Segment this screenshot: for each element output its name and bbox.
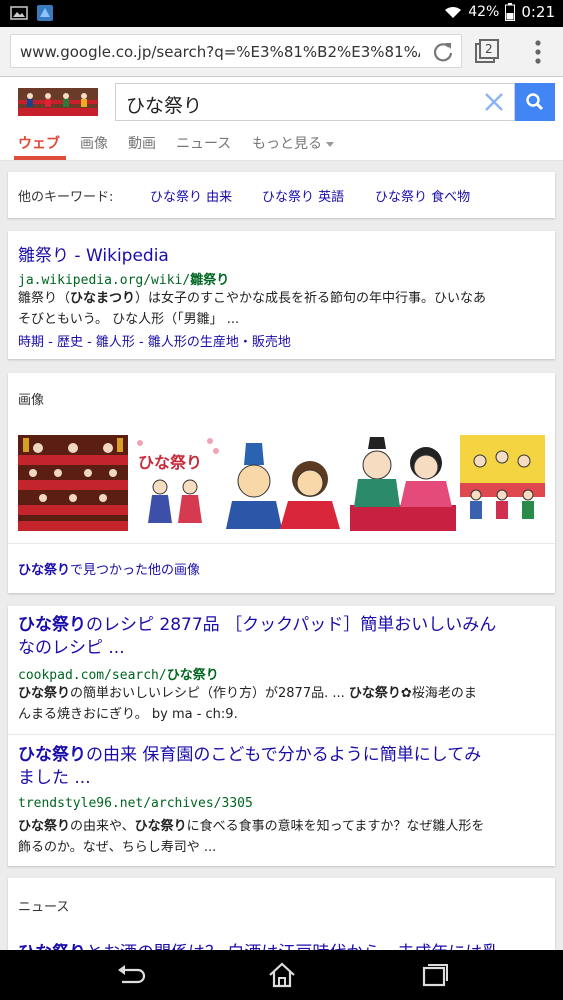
search-results-card: ひな祭りのレシピ 2877品 ［クックパッド］簡単おいしいみん なのレシピ ..… <box>8 606 555 866</box>
snippet-text: の簡単おいしいレシピ（作り方）が2877品. ... <box>70 686 349 701</box>
keyword-link[interactable]: ひな祭り 英語 <box>262 186 344 205</box>
title-text: の由来 保育園のこどもで分かるように簡単にしてみ <box>86 745 482 765</box>
result-title-link[interactable]: ひな祭りの由来 保育園のこどもで分かるように簡単にしてみ ました ... <box>18 744 545 790</box>
images-section-label: 画像 <box>18 393 45 408</box>
google-header: ひな祭り <box>0 77 563 127</box>
title-text: ました ... <box>18 768 91 788</box>
snippet-text: に食べる食事の意味を知ってますか？なぜ雛人形を <box>186 819 485 834</box>
search-box[interactable]: ひな祭り <box>115 83 515 121</box>
more-images-term: ひな祭り <box>18 563 71 578</box>
divider <box>8 543 555 544</box>
search-result-wikipedia: 雛祭り - Wikipedia ja.wikipedia.org/wiki/雛祭… <box>8 231 555 359</box>
search-query[interactable]: ひな祭り <box>126 91 202 118</box>
news-card: ニュース ひな祭りとお酒の関係は？ 白酒は江戸時代から、未成年には乳 <box>8 878 555 963</box>
tab-videos[interactable]: 動画 <box>128 133 156 153</box>
google-doodle-logo[interactable] <box>18 88 98 116</box>
result-url-term: ひな祭り <box>166 668 219 683</box>
title-text: なのレシピ ... <box>18 638 125 658</box>
result-url-term: 雛祭り <box>190 273 230 288</box>
url-text[interactable]: www.google.co.jp/search?q=%E3%81%B2%E3%8… <box>20 43 420 61</box>
tab-images[interactable]: 画像 <box>80 133 108 153</box>
tab-web[interactable]: ウェブ <box>18 133 60 153</box>
more-images-link[interactable]: ひな祭りで見つかった他の画像 <box>18 559 200 578</box>
status-bar: 42% 0:21 <box>0 0 563 27</box>
result-snippet: 雛祭り（ひなまつり）は女子のすこやかな成長を祈る節句の年中行事。ひいなあ そびと… <box>18 288 545 330</box>
snippet-text: ✿桜海老のま <box>400 686 477 701</box>
title-text: のレシピ 2877品 ［クックパッド］簡単おいしいみん <box>86 615 497 635</box>
snippet-highlight: ひなまつり <box>70 291 136 306</box>
image-thumbnail[interactable] <box>460 435 545 531</box>
image-thumbnail[interactable]: ひな祭り <box>132 435 222 531</box>
snippet-highlight: ひな祭り <box>18 819 71 834</box>
address-bar[interactable]: www.google.co.jp/search?q=%E3%81%B2%E3%8… <box>10 34 462 68</box>
related-keywords-label: 他のキーワード: <box>18 190 114 205</box>
result-url-host: ja.wikipedia.org/wiki/ <box>18 273 191 288</box>
snippet-highlight: ひな祭り <box>134 819 187 834</box>
result-title-link[interactable]: 雛祭り - Wikipedia <box>18 241 169 266</box>
snippet-text: んまる焼きおにぎり。 by ma - ch:9. <box>18 707 238 722</box>
wifi-icon <box>445 6 462 18</box>
title-highlight: ひな祭り <box>18 745 86 765</box>
more-images-text: で見つかった他の画像 <box>70 563 201 578</box>
image-thumbnail[interactable] <box>350 435 456 531</box>
recent-apps-icon[interactable] <box>418 962 450 988</box>
snippet-text: 飾るのか。なぜ、ちらし寿司や ... <box>18 840 217 855</box>
hina-dolls-illustration <box>137 438 219 523</box>
snippet-text: の由来や、 <box>70 819 135 834</box>
clock: 0:21 <box>521 3 555 21</box>
app-notification-icon <box>37 5 53 21</box>
system-navigation-bar <box>0 950 563 1000</box>
active-tab-indicator <box>14 156 66 160</box>
clear-search-icon[interactable] <box>484 92 504 112</box>
snippet-text: 雛祭り（ <box>18 291 71 306</box>
keyword-link[interactable]: ひな祭り 由来 <box>150 186 232 205</box>
divider <box>8 734 555 735</box>
tab-more[interactable]: もっと見る <box>252 133 334 153</box>
image-thumbnails: ひな祭り <box>18 435 545 531</box>
news-section-label: ニュース <box>18 900 70 915</box>
tab-switcher-button[interactable]: 2 <box>474 39 500 65</box>
tab-news[interactable]: ニュース <box>176 133 231 153</box>
tab-count: 2 <box>485 42 493 56</box>
related-keywords-card: 他のキーワード: ひな祭り 由来 ひな祭り 英語 ひな祭り 食べ物 <box>8 172 555 218</box>
search-button[interactable] <box>515 83 555 121</box>
result-title-link[interactable]: ひな祭りのレシピ 2877品 ［クックパッド］簡単おいしいみん なのレシピ ..… <box>18 614 545 660</box>
keyword-link[interactable]: ひな祭り 食べ物 <box>375 186 470 205</box>
result-url: trendstyle96.net/archives/3305 <box>18 796 253 811</box>
overflow-menu-icon[interactable] <box>530 37 546 67</box>
home-icon[interactable] <box>266 962 298 988</box>
result-url: ja.wikipedia.org/wiki/雛祭り <box>18 269 229 288</box>
snippet-text: ）は女子のすこやかな成長を祈る節句の年中行事。ひいなあ <box>135 291 487 306</box>
battery-icon <box>505 3 516 21</box>
browser-toolbar: www.google.co.jp/search?q=%E3%81%B2%E3%8… <box>0 27 563 77</box>
snippet-highlight: ひな祭り <box>348 686 401 701</box>
result-snippet: ひな祭りの簡単おいしいレシピ（作り方）が2877品. ... ひな祭り✿桜海老の… <box>18 683 545 725</box>
snippet-text: そびともいう。 ひな人形（「男雛」 ... <box>18 312 240 327</box>
battery-percent: 42% <box>468 4 500 20</box>
title-highlight: ひな祭り <box>18 615 86 635</box>
result-sitelinks[interactable]: 時期 - 歴史 - 雛人形 - 雛人形の生産地・販売地 <box>18 331 291 350</box>
search-icon <box>526 93 544 111</box>
back-icon[interactable] <box>114 962 146 988</box>
image-thumbnail[interactable] <box>226 435 346 531</box>
tab-more-label: もっと見る <box>252 136 322 152</box>
reload-icon[interactable] <box>431 40 455 64</box>
result-url: cookpad.com/search/ひな祭り <box>18 664 219 683</box>
image-thumbnail[interactable] <box>18 435 128 531</box>
search-nav-tabs: ウェブ 画像 動画 ニュース もっと見る <box>0 127 563 161</box>
snippet-highlight: ひな祭り <box>18 686 71 701</box>
images-card: 画像 ひな祭り ひな祭りで見つかった他の画像 <box>8 373 555 593</box>
result-url-host: cookpad.com/search/ <box>18 668 167 683</box>
image-notification-icon <box>10 6 28 20</box>
result-snippet: ひな祭りの由来や、ひな祭りに食べる食事の意味を知ってますか？なぜ雛人形を 飾るの… <box>18 816 545 858</box>
chevron-down-icon <box>326 141 334 147</box>
